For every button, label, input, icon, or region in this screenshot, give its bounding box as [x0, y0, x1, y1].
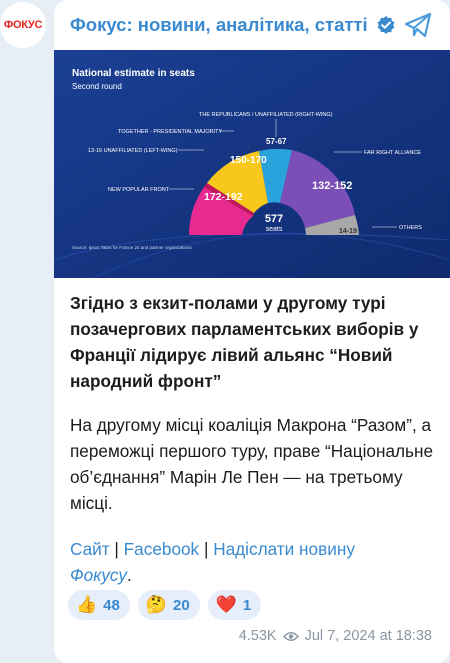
message-meta: 4.53K Jul 7, 2024 at 18:38 [239, 628, 432, 644]
post-links: Сайт | Facebook | Надіслати новину Фокус… [70, 536, 442, 588]
chart-subtitle: Second round [72, 82, 122, 91]
thumbs-up-icon: 👍 [76, 595, 98, 615]
avatar-text: ФОКУС [3, 19, 43, 31]
link-period: . [126, 565, 132, 585]
red-heart-icon: ❤️ [215, 595, 237, 615]
label-seg-others: 14-19 [339, 228, 357, 235]
message-text: Згідно з екзит-полами у другому турі поз… [70, 290, 442, 588]
message-header: Фокус: новини, аналітика, статті [54, 0, 450, 50]
eye-icon [282, 631, 299, 641]
link-facebook[interactable]: Facebook [124, 539, 199, 559]
views-count: 4.53K [238, 628, 277, 644]
label-seg-together: 150-170 [230, 155, 267, 166]
label-others: OTHERS [399, 225, 422, 231]
reaction-heart[interactable]: ❤️ 1 [207, 590, 262, 620]
reaction-count: 48 [103, 596, 120, 614]
reaction-count: 20 [173, 596, 190, 614]
label-total-seats-unit: seats [266, 226, 283, 233]
verified-badge-icon [377, 16, 395, 34]
label-seg-nfp: 172-192 [204, 191, 243, 203]
link-send-news[interactable]: Надіслати новину [213, 539, 355, 559]
label-far-right: FAR RIGHT ALLIANCE [364, 150, 421, 156]
reactions-bar: 👍 48 🤔 20 ❤️ 1 [68, 590, 262, 620]
label-together: TOGETHER - PRESIDENTIAL MAJORITY [118, 129, 223, 135]
label-seg-republicans: 57-67 [266, 137, 287, 146]
reaction-thinking[interactable]: 🤔 20 [137, 590, 200, 620]
post-paragraph: На другому місці коаліція Макрона “Разом… [70, 415, 434, 513]
link-separator: | [114, 539, 119, 559]
link-separator: | [203, 539, 209, 559]
message-timestamp: Jul 7, 2024 at 18:38 [304, 628, 432, 644]
label-left-unaffiliated: 13-16 UNAFFILIATED (LEFT-WING) [88, 148, 178, 154]
seat-projection-image[interactable]: National estimate in seats Second round … [54, 50, 450, 278]
thinking-face-icon: 🤔 [145, 595, 168, 615]
chart-title: National estimate in seats [72, 68, 195, 79]
channel-name[interactable]: Фокус: новини, аналітика, статті [70, 14, 368, 36]
message-card: Фокус: новини, аналітика, статті Nationa… [54, 0, 450, 663]
chart-source: Source: Ipsos Talan for France 24 and pa… [72, 245, 192, 250]
telegram-share-icon[interactable] [404, 12, 432, 38]
reaction-count: 1 [242, 596, 252, 614]
label-seg-far-right: 132-152 [312, 180, 352, 192]
link-site[interactable]: Сайт [70, 539, 110, 559]
link-send-news-target[interactable]: Фокусу [70, 565, 127, 585]
post-headline: Згідно з екзит-полами у другому турі поз… [70, 293, 419, 391]
reaction-thumbs-up[interactable]: 👍 48 [68, 590, 130, 620]
label-nfp: NEW POPULAR FRONT [108, 187, 170, 193]
label-republicans: THE REPUBLICANS / UNAFFILIATED (RIGHT-WI… [199, 112, 333, 118]
label-total-seats: 577 [265, 213, 283, 225]
channel-avatar[interactable]: ФОКУС [0, 2, 46, 48]
seat-chart-graphic: National estimate in seats Second round … [54, 50, 450, 278]
